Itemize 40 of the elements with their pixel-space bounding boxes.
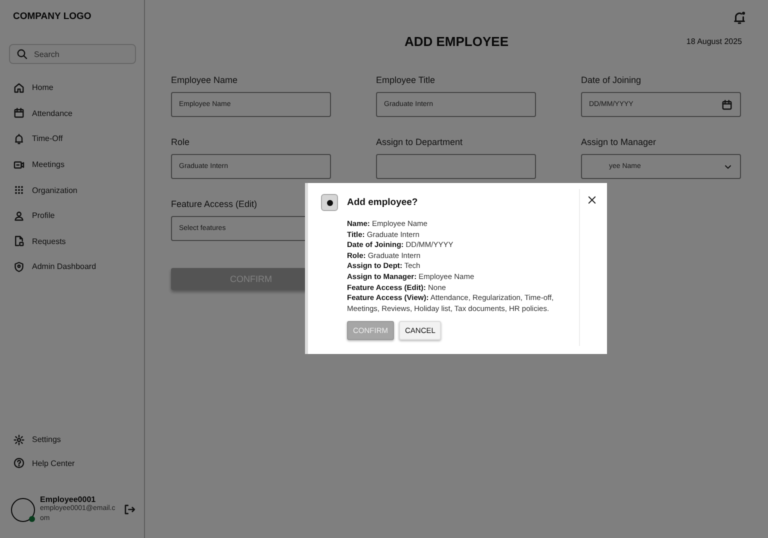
field-label: Feature Access (Edit) — [171, 199, 258, 209]
field-label: Date of Joining — [581, 75, 642, 85]
help-icon — [13, 457, 25, 470]
input-field[interactable] — [376, 154, 536, 179]
info-icon — [321, 194, 338, 211]
user-name: Employee0001 — [40, 495, 97, 504]
nav-item[interactable]: Admin Dashboard — [8, 254, 136, 280]
nav-item[interactable]: Home — [8, 75, 136, 101]
field-label: Assign to Manager — [581, 137, 658, 147]
dialog-title: Add employee? — [347, 197, 418, 208]
nav-item[interactable]: Requests — [8, 228, 136, 254]
logout-icon[interactable] — [123, 503, 136, 516]
field-label: Role — [171, 137, 191, 147]
search-field[interactable]: Search — [9, 44, 136, 64]
settings-icon — [13, 434, 25, 446]
field-label: Employee Title — [376, 75, 436, 85]
calendar-icon — [721, 98, 733, 110]
page-title: ADD EMPLOYEE — [404, 34, 508, 48]
nav-item[interactable]: Time-Off — [8, 126, 136, 152]
grid-icon — [13, 184, 25, 196]
field-label: Assign to Department — [376, 137, 464, 147]
shield-icon — [13, 260, 25, 273]
field-label: Employee Name — [171, 75, 239, 85]
home-icon — [13, 82, 25, 94]
nav-item[interactable]: Meetings — [8, 152, 136, 178]
bell-icon — [13, 132, 25, 145]
nav-item[interactable]: Organization — [8, 177, 136, 203]
document-icon — [13, 235, 25, 248]
notification-bell-icon[interactable] — [732, 10, 747, 24]
nav-item[interactable]: Profile — [8, 202, 136, 229]
person-icon — [13, 210, 25, 222]
nav-item[interactable]: Attendance — [8, 100, 136, 126]
search-icon — [16, 48, 28, 60]
current-date: 18 August 2025 — [686, 36, 742, 46]
calendar-icon — [13, 107, 25, 120]
video-icon — [13, 158, 25, 171]
nav-item[interactable]: Settings — [8, 428, 136, 452]
close-icon[interactable] — [587, 195, 597, 205]
company-logo: COMPANY LOGO — [12, 11, 92, 22]
nav-item[interactable]: Help Center — [8, 452, 136, 475]
